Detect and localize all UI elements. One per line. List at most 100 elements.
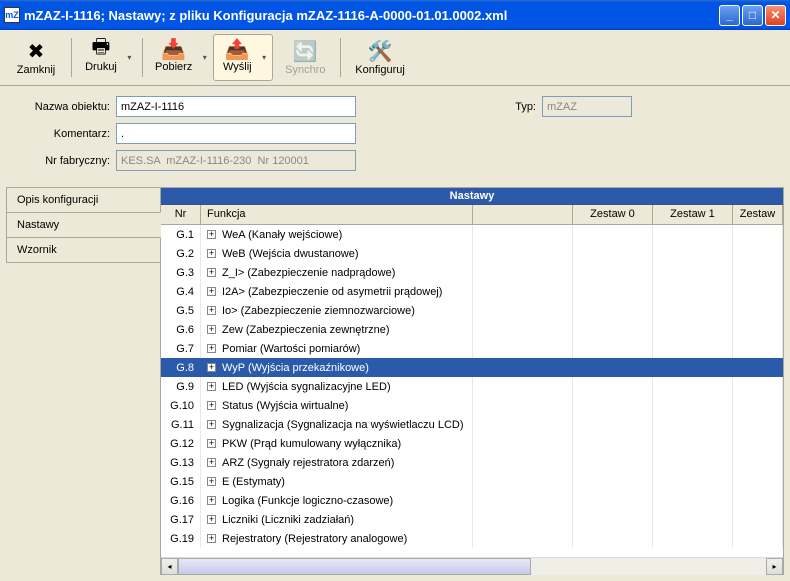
table-row[interactable]: G.10+Status (Wyjścia wirtualne) bbox=[161, 396, 783, 415]
expand-icon[interactable]: + bbox=[207, 325, 216, 334]
expand-icon[interactable]: + bbox=[207, 534, 216, 543]
maximize-button[interactable]: □ bbox=[742, 5, 763, 26]
expand-icon[interactable]: + bbox=[207, 458, 216, 467]
row-funkcja-label: Rejestratory (Rejestratory analogowe) bbox=[222, 533, 407, 545]
window-title: mZAZ-I-1116; Nastawy; z pliku Konfigurac… bbox=[24, 8, 719, 23]
print-icon: 🖶 bbox=[92, 37, 111, 61]
row-funkcja: + Status (Wyjścia wirtualne) bbox=[201, 396, 473, 415]
table-row[interactable]: G.15+E (Estymaty) bbox=[161, 472, 783, 491]
download-icon: 📥 bbox=[161, 37, 186, 61]
table-row[interactable]: G.8+WyP (Wyjścia przekaźnikowe) bbox=[161, 358, 783, 377]
table-row[interactable]: G.6+Zew (Zabezpieczenia zewnętrzne) bbox=[161, 320, 783, 339]
row-zestaw2 bbox=[733, 263, 783, 282]
row-funkcja-label: Status (Wyjścia wirtualne) bbox=[222, 400, 348, 412]
row-funkcja-label: I2A> (Zabezpieczenie od asymetrii prądow… bbox=[222, 286, 442, 298]
table-row[interactable]: G.16 + Logika (Funkcje logiczno-czasowe) bbox=[161, 491, 783, 510]
wyslij-dropdown-arrow[interactable]: ▾ bbox=[258, 35, 270, 80]
zamknij-button[interactable]: ✖ Zamknij bbox=[6, 34, 66, 81]
typ-label: Typ: bbox=[356, 101, 536, 113]
pobierz-label: Pobierz bbox=[155, 61, 192, 73]
configure-icon: 🛠️ bbox=[368, 40, 393, 64]
row-funkcja: +Io> (Zabezpieczenie ziemnozwarciowe) bbox=[201, 301, 473, 320]
row-zestaw1 bbox=[653, 263, 733, 282]
expand-icon[interactable]: + bbox=[207, 496, 216, 505]
row-spacer bbox=[473, 472, 573, 491]
grid-body[interactable]: G.1+WeA (Kanały wejściowe)G.2+WeB (Wejśc… bbox=[161, 225, 783, 557]
nazwa-input[interactable] bbox=[116, 96, 356, 117]
row-spacer bbox=[473, 415, 573, 434]
table-row[interactable]: G.19 + Rejestratory (Rejestratory analogow… bbox=[161, 529, 783, 548]
row-nr: G.16 bbox=[161, 491, 201, 510]
tab-nastawy[interactable]: Nastawy bbox=[6, 212, 161, 238]
table-row[interactable]: G.9+LED (Wyjścia sygnalizacyjne LED) bbox=[161, 377, 783, 396]
row-zestaw0 bbox=[573, 244, 653, 263]
col-zestaw2[interactable]: Zestaw bbox=[733, 205, 783, 224]
row-funkcja-label: Logika (Funkcje logiczno-czasowe) bbox=[222, 495, 393, 507]
nrfab-input bbox=[116, 150, 356, 171]
expand-icon[interactable]: + bbox=[207, 515, 216, 524]
col-funkcja[interactable]: Funkcja bbox=[201, 205, 473, 224]
pobierz-dropdown-arrow[interactable]: ▾ bbox=[198, 35, 210, 80]
row-zestaw1 bbox=[653, 339, 733, 358]
wyslij-button[interactable]: 📤 Wyślij ▾ bbox=[213, 34, 273, 81]
expand-icon[interactable]: + bbox=[207, 287, 216, 296]
row-funkcja: +ARZ (Sygnały rejestratora zdarzeń) bbox=[201, 453, 473, 472]
expand-icon[interactable]: + bbox=[207, 230, 216, 239]
row-nr: G.4 bbox=[161, 282, 201, 301]
expand-icon[interactable]: + bbox=[207, 382, 216, 391]
close-button[interactable]: ✕ bbox=[765, 5, 786, 26]
table-row[interactable]: G.11+Sygnalizacja (Sygnalizacja na wyświ… bbox=[161, 415, 783, 434]
row-zestaw0 bbox=[573, 377, 653, 396]
row-zestaw0 bbox=[573, 320, 653, 339]
window-buttons: _ □ ✕ bbox=[719, 5, 786, 26]
col-spacer[interactable] bbox=[473, 205, 573, 224]
pobierz-button[interactable]: 📥 Pobierz ▾ bbox=[148, 34, 211, 81]
row-zestaw1 bbox=[653, 434, 733, 453]
row-zestaw1 bbox=[653, 453, 733, 472]
form-area: Nazwa obiektu: Typ: Komentarz: Nr fabryc… bbox=[0, 86, 790, 187]
konfiguruj-button[interactable]: 🛠️ Konfiguruj bbox=[346, 34, 414, 81]
table-row[interactable]: G.5+Io> (Zabezpieczenie ziemnozwarciowe) bbox=[161, 301, 783, 320]
main-area: Opis konfiguracji Nastawy Wzornik Nastaw… bbox=[0, 187, 790, 581]
tab-wzornik[interactable]: Wzornik bbox=[6, 237, 161, 263]
col-zestaw1[interactable]: Zestaw 1 bbox=[653, 205, 733, 224]
toolbar: ✖ Zamknij 🖶 Drukuj ▾ 📥 Pobierz ▾ 📤 Wyśli… bbox=[0, 30, 790, 86]
expand-icon[interactable]: + bbox=[207, 249, 216, 258]
expand-icon[interactable]: + bbox=[207, 344, 216, 353]
row-zestaw1 bbox=[653, 396, 733, 415]
drukuj-button[interactable]: 🖶 Drukuj ▾ bbox=[77, 34, 137, 81]
expand-icon[interactable]: + bbox=[207, 401, 216, 410]
table-row[interactable]: G.12+PKW (Prąd kumulowany wyłącznika) bbox=[161, 434, 783, 453]
table-row[interactable]: G.3+Z_I> (Zabezpieczenie nadprądowe) bbox=[161, 263, 783, 282]
col-nr[interactable]: Nr bbox=[161, 205, 201, 224]
expand-icon[interactable]: + bbox=[207, 306, 216, 315]
tab-opis[interactable]: Opis konfiguracji bbox=[6, 187, 161, 213]
row-nr: G.19 bbox=[161, 529, 201, 548]
table-row[interactable]: G.1+WeA (Kanały wejściowe) bbox=[161, 225, 783, 244]
table-row[interactable]: G.13+ARZ (Sygnały rejestratora zdarzeń) bbox=[161, 453, 783, 472]
drukuj-dropdown-arrow[interactable]: ▾ bbox=[123, 35, 135, 80]
row-zestaw1 bbox=[653, 244, 733, 263]
row-zestaw0 bbox=[573, 434, 653, 453]
table-row[interactable]: G.2+WeB (Wejścia dwustanowe) bbox=[161, 244, 783, 263]
expand-icon[interactable]: + bbox=[207, 420, 216, 429]
minimize-button[interactable]: _ bbox=[719, 5, 740, 26]
table-row[interactable]: G.17+Liczniki (Liczniki zadziałań) bbox=[161, 510, 783, 529]
expand-icon[interactable]: + bbox=[207, 268, 216, 277]
col-zestaw0[interactable]: Zestaw 0 bbox=[573, 205, 653, 224]
table-row[interactable]: G.4 + I2A> (Zabezpieczenie od asymetrii pr… bbox=[161, 282, 783, 301]
row-zestaw2 bbox=[733, 301, 783, 320]
table-row[interactable]: G.7+Pomiar (Wartości pomiarów) bbox=[161, 339, 783, 358]
row-funkcja: +LED (Wyjścia sygnalizacyjne LED) bbox=[201, 377, 473, 396]
row-funkcja: + E (Estymaty) bbox=[201, 472, 473, 491]
horizontal-scrollbar[interactable]: ◂ ▸ bbox=[161, 557, 783, 574]
expand-icon[interactable]: + bbox=[207, 477, 216, 486]
komentarz-input[interactable] bbox=[116, 123, 356, 144]
row-funkcja-label: Z_I> (Zabezpieczenie nadprądowe) bbox=[222, 267, 395, 279]
row-funkcja-label: E (Estymaty) bbox=[222, 476, 285, 488]
expand-icon[interactable]: + bbox=[207, 439, 216, 448]
close-icon: ✖ bbox=[28, 40, 45, 64]
expand-icon[interactable]: + bbox=[207, 363, 216, 372]
content-pane: Nastawy Nr Funkcja Zestaw 0 Zestaw 1 Zes… bbox=[160, 187, 784, 575]
row-zestaw2 bbox=[733, 491, 783, 510]
